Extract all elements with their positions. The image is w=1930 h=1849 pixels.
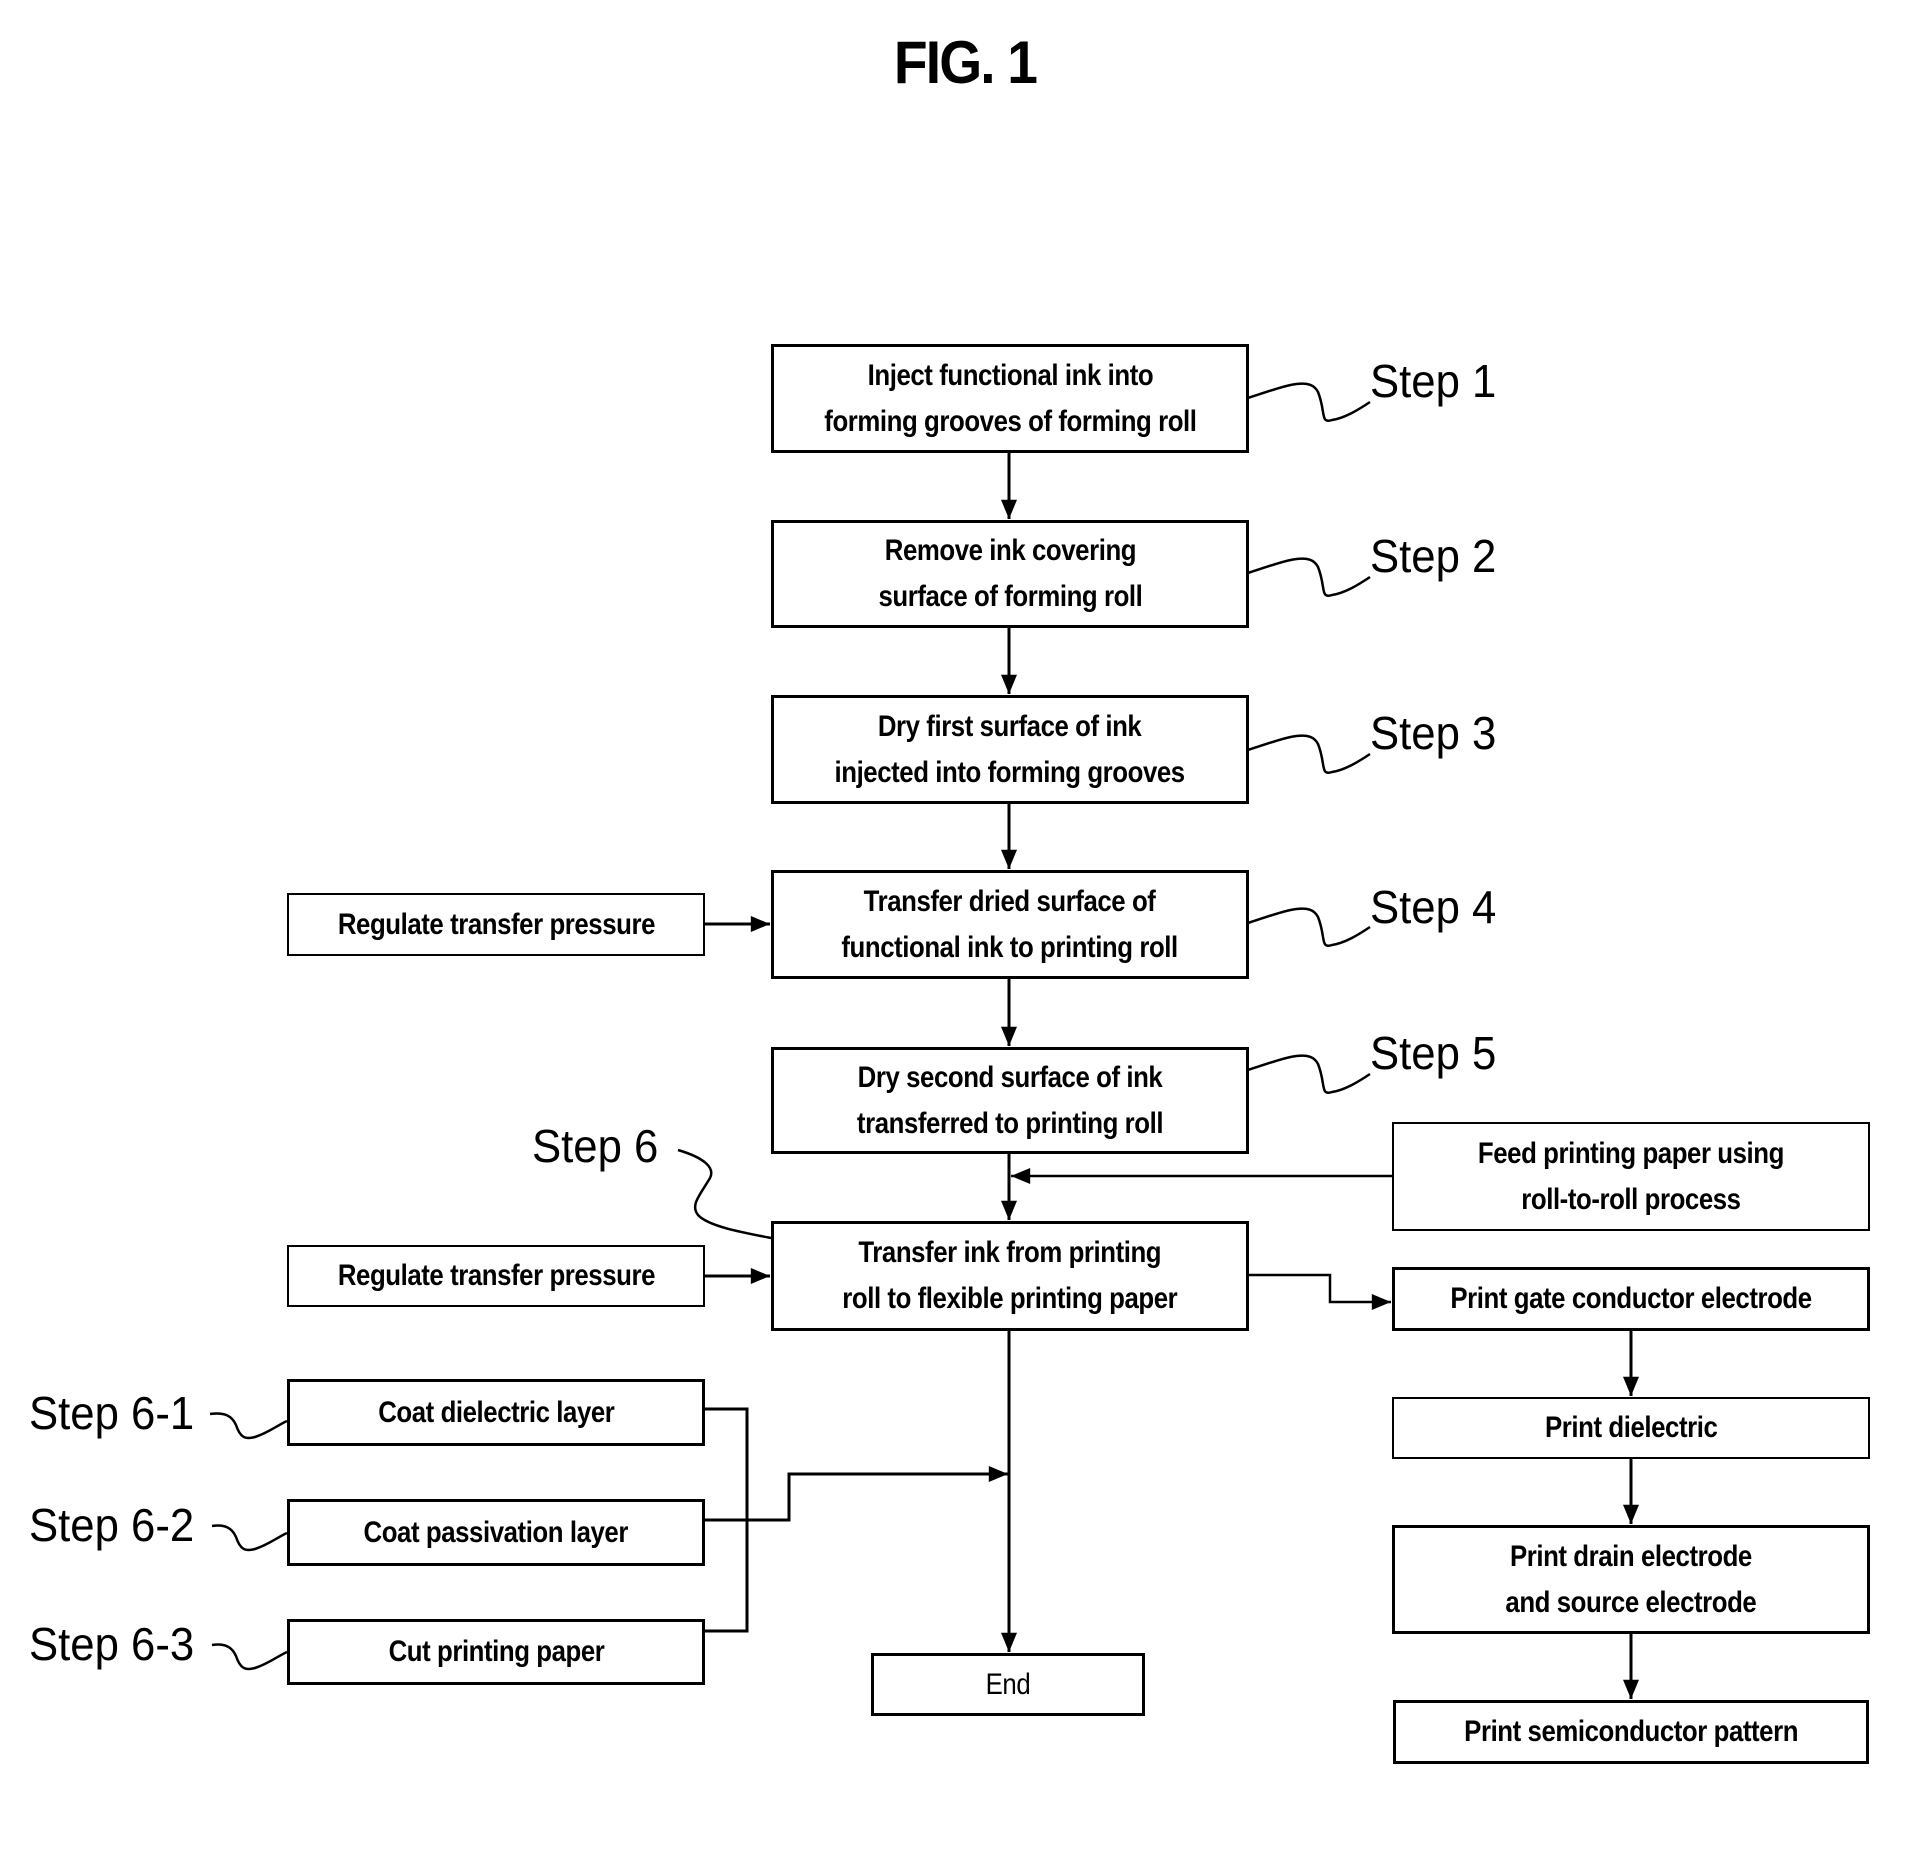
- step-label-6-1: Step 6-1: [29, 1387, 195, 1439]
- process-text-step3: Dry first surface of ink injected into f…: [834, 709, 1186, 789]
- post-step-text-6-2: Coat passivation layer: [363, 1515, 629, 1549]
- figure-title: FIG. 1: [893, 29, 1038, 96]
- post-step-box-6-1: Coat dielectric layer: [287, 1379, 705, 1446]
- leader-step5: [1247, 1054, 1371, 1094]
- gate-electrode-text: Print gate conductor electrode: [1450, 1282, 1812, 1315]
- leader-step1: [1247, 382, 1371, 422]
- arrow-step6-gate: [1248, 1273, 1392, 1310]
- process-text-step4: Transfer dried surface of functional ink…: [841, 884, 1179, 964]
- step-label-4: Step 4: [1370, 881, 1497, 933]
- semiconductor-pattern-text: Print semiconductor pattern: [1464, 1715, 1798, 1748]
- process-text-step5: Dry second surface of ink transferred to…: [856, 1060, 1164, 1140]
- post-step-text-6-1: Coat dielectric layer: [377, 1395, 615, 1429]
- regulate-pressure-box-1: Regulate transfer pressure: [287, 893, 705, 956]
- leader-step3: [1247, 734, 1371, 774]
- leader-step4: [1247, 907, 1371, 947]
- end-text: End: [985, 1667, 1031, 1701]
- step-label-3: Step 3: [1370, 707, 1497, 759]
- process-text-step1: Inject functional ink into forming groov…: [823, 358, 1197, 438]
- gate-electrode-box: Print gate conductor electrode: [1392, 1267, 1870, 1331]
- leader-step2: [1247, 557, 1371, 597]
- step-label-5: Step 5: [1370, 1027, 1497, 1079]
- step-label-6: Step 6: [532, 1120, 659, 1172]
- process-box-step1: Inject functional ink into forming groov…: [771, 344, 1249, 453]
- regulate-pressure-text-2: Regulate transfer pressure: [337, 1259, 655, 1292]
- drain-source-text: Print drain electrode and source electro…: [1505, 1539, 1757, 1619]
- step-label-6-3: Step 6-3: [29, 1618, 195, 1670]
- step-label-2: Step 2: [1370, 530, 1497, 582]
- process-box-step2: Remove ink covering surface of forming r…: [771, 520, 1249, 628]
- end-box: End: [871, 1653, 1145, 1716]
- leader-step6-2: [211, 1524, 288, 1552]
- process-text-step2: Remove ink covering surface of forming r…: [878, 534, 1142, 613]
- step-label-1: Step 1: [1370, 355, 1497, 407]
- step-label-6-2: Step 6-2: [29, 1499, 195, 1551]
- post-step-box-6-2: Coat passivation layer: [287, 1499, 705, 1566]
- leader-step6-3: [211, 1643, 288, 1671]
- leader-step6: [677, 1148, 772, 1240]
- drain-source-box: Print drain electrode and source electro…: [1392, 1525, 1870, 1634]
- semiconductor-pattern-box: Print semiconductor pattern: [1393, 1700, 1869, 1764]
- feed-paper-box: Feed printing paper using roll-to-roll p…: [1392, 1122, 1870, 1231]
- regulate-pressure-box-2: Regulate transfer pressure: [287, 1245, 705, 1307]
- figure-canvas: FIG. 1 Inject functional ink into formin…: [0, 0, 1930, 1849]
- process-box-step4: Transfer dried surface of functional ink…: [771, 870, 1249, 979]
- post-step-box-6-3: Cut printing paper: [287, 1619, 705, 1685]
- print-dielectric-text: Print dielectric: [1544, 1411, 1718, 1444]
- process-text-step6: Transfer ink from printing roll to flexi…: [842, 1236, 1178, 1315]
- process-box-step3: Dry first surface of ink injected into f…: [771, 695, 1249, 804]
- arrow-post-steps-merge: [704, 1466, 1008, 1522]
- process-box-step5: Dry second surface of ink transferred to…: [771, 1047, 1249, 1154]
- regulate-pressure-text-1: Regulate transfer pressure: [337, 907, 655, 941]
- process-box-step6: Transfer ink from printing roll to flexi…: [771, 1221, 1249, 1331]
- post-step-text-6-3: Cut printing paper: [388, 1635, 604, 1668]
- leader-step6-1: [209, 1412, 288, 1440]
- print-dielectric-box: Print dielectric: [1392, 1397, 1870, 1459]
- feed-paper-text: Feed printing paper using roll-to-roll p…: [1477, 1136, 1785, 1216]
